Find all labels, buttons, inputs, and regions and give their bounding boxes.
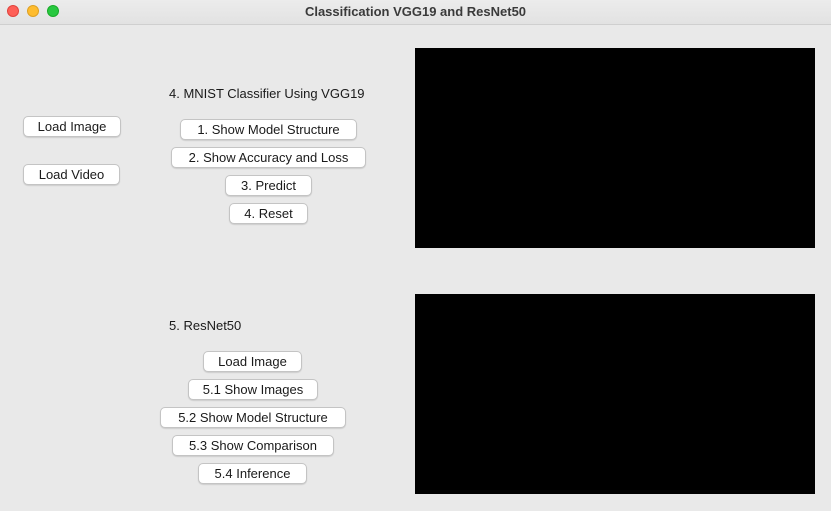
window-title: Classification VGG19 and ResNet50	[304, 4, 527, 19]
vgg-display-canvas	[415, 48, 815, 248]
show-accuracy-loss-button[interactable]: 2. Show Accuracy and Loss	[171, 147, 366, 168]
title-bar: Classification VGG19 and ResNet50	[0, 0, 831, 25]
load-image-button[interactable]: Load Image	[23, 116, 121, 137]
resnet-section-heading: 5. ResNet50	[169, 318, 242, 333]
resnet-display-canvas	[415, 294, 815, 494]
predict-button[interactable]: 3. Predict	[225, 175, 312, 196]
show-model-structure-button[interactable]: 1. Show Model Structure	[180, 119, 357, 140]
resnet-show-model-structure-button[interactable]: 5.2 Show Model Structure	[160, 407, 346, 428]
inference-button[interactable]: 5.4 Inference	[198, 463, 307, 484]
load-video-button[interactable]: Load Video	[23, 164, 120, 185]
show-images-button[interactable]: 5.1 Show Images	[188, 379, 318, 400]
vgg-section-heading: 4. MNIST Classifier Using VGG19	[169, 86, 365, 101]
reset-button[interactable]: 4. Reset	[229, 203, 308, 224]
show-comparison-button[interactable]: 5.3 Show Comparison	[172, 435, 334, 456]
resnet-load-image-button[interactable]: Load Image	[203, 351, 302, 372]
